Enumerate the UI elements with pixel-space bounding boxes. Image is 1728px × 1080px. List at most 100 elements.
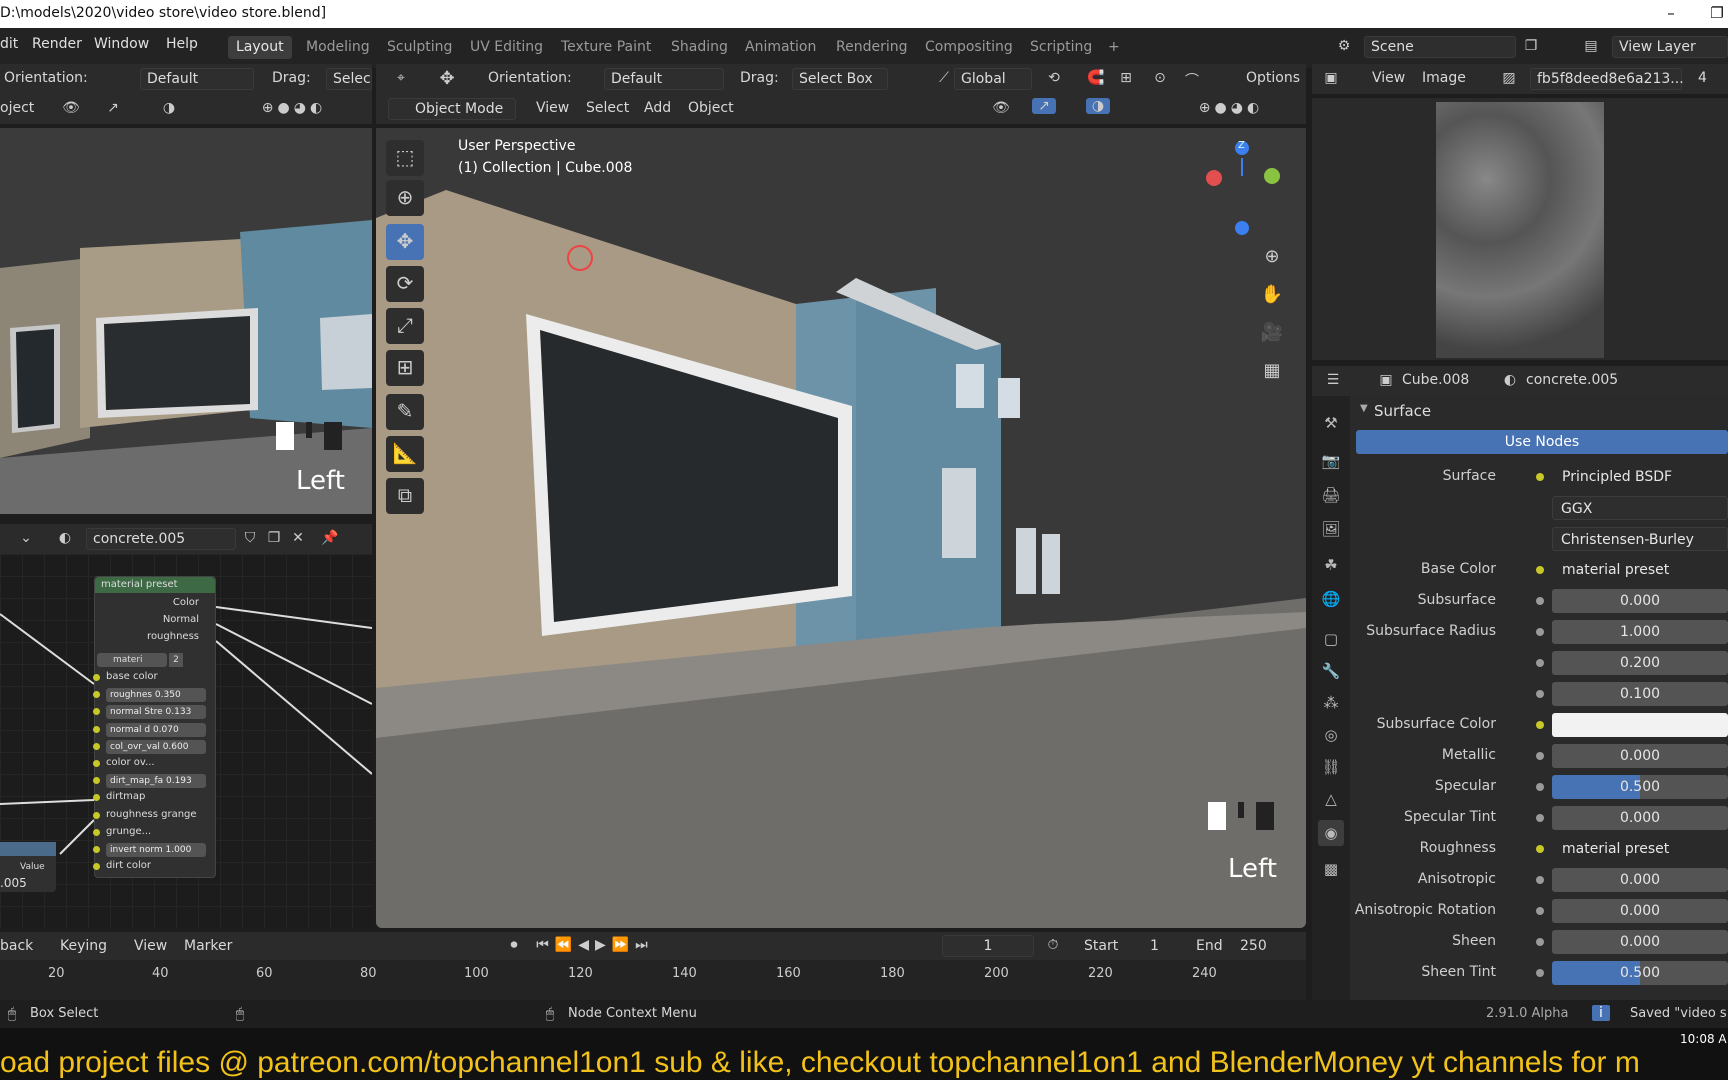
value-node[interactable]: Value .005 xyxy=(0,842,56,892)
node-input-row[interactable]: color ov... xyxy=(93,756,212,772)
node-input-row[interactable]: grunge... xyxy=(93,825,212,841)
property-field[interactable]: 0.000 xyxy=(1552,806,1728,830)
shield-icon[interactable]: ⛉ xyxy=(240,530,260,546)
left-drag-dropdown[interactable]: Selec xyxy=(326,68,372,90)
menu-object[interactable]: Object xyxy=(688,100,734,116)
menu-window[interactable]: Window xyxy=(94,36,149,52)
node-input-row[interactable]: normal Stre 0.133 xyxy=(93,704,212,720)
node-editor[interactable]: material preset Color Normal roughness m… xyxy=(0,554,372,928)
node-input-field[interactable]: col_ovr_val 0.600 xyxy=(106,739,206,754)
socket-dot-icon[interactable] xyxy=(1536,690,1544,698)
property-field[interactable]: 0.200 xyxy=(1552,651,1728,675)
keying-menu[interactable]: Keying xyxy=(60,938,107,954)
tab-shading[interactable]: Shading xyxy=(663,36,736,59)
socket-dot-icon[interactable] xyxy=(1536,969,1544,977)
socket-dot-icon[interactable] xyxy=(1536,597,1544,605)
tab-modeling[interactable]: Modeling xyxy=(298,36,378,59)
property-field[interactable]: Principled BSDF xyxy=(1552,465,1728,489)
copy-scene-icon[interactable]: ❐ xyxy=(1522,38,1540,54)
annotate-tool-icon[interactable]: ✎ xyxy=(386,394,424,430)
move-tool-icon[interactable]: ✥ xyxy=(386,224,424,260)
node-input-row[interactable]: dirt color xyxy=(93,859,212,875)
view-layer-selector[interactable]: View Layer xyxy=(1612,36,1728,58)
record-icon[interactable]: ⏺ xyxy=(504,937,524,953)
node-input-field[interactable]: normal d 0.070 xyxy=(106,722,206,737)
socket-dot-icon[interactable] xyxy=(1536,566,1544,574)
tab-scripting[interactable]: Scripting xyxy=(1022,36,1100,59)
use-nodes-button[interactable]: Use Nodes xyxy=(1356,430,1728,454)
node-input-socket[interactable] xyxy=(93,674,100,681)
marker-menu[interactable]: Marker xyxy=(184,938,232,954)
property-field[interactable]: 0.000 xyxy=(1552,868,1728,892)
node-input-row[interactable]: col_ovr_val 0.600 xyxy=(93,739,212,755)
add-workspace-button[interactable]: + xyxy=(1100,36,1128,59)
restore-button[interactable]: ❐ xyxy=(1694,0,1728,28)
tab-compositing[interactable]: Compositing xyxy=(917,36,1021,59)
grid-view-icon[interactable]: ▦ xyxy=(1260,360,1284,381)
timeline-view-menu[interactable]: View xyxy=(134,938,167,954)
stopwatch-icon[interactable]: ⏱ xyxy=(1042,937,1064,953)
socket-dot-icon[interactable] xyxy=(1536,814,1544,822)
start-value[interactable]: 1 xyxy=(1150,938,1159,954)
gizmo-icon[interactable]: ↗ xyxy=(100,100,126,116)
scene-selector[interactable]: Scene xyxy=(1364,36,1516,58)
select-box-tool-icon[interactable]: ⬚ xyxy=(386,140,424,176)
socket-dot-icon[interactable] xyxy=(1536,628,1544,636)
snap-target-icon[interactable]: ⊞ xyxy=(1112,70,1140,86)
falloff-icon[interactable]: ⌒ xyxy=(1182,70,1202,90)
socket-dot-icon[interactable] xyxy=(1536,938,1544,946)
overlay-icon[interactable]: ◑ xyxy=(156,100,182,116)
property-field[interactable] xyxy=(1552,713,1728,737)
socket-dot-icon[interactable] xyxy=(1536,721,1544,729)
properties-editor-icon[interactable]: ☰ xyxy=(1318,372,1348,388)
tab-uv-editing[interactable]: UV Editing xyxy=(462,36,551,59)
tab-rendering[interactable]: Rendering xyxy=(828,36,916,59)
node-group-field[interactable]: materi xyxy=(97,653,167,667)
property-field[interactable]: 0.000 xyxy=(1552,744,1728,768)
playback-controls-icon[interactable]: ⏮⏪◀▶⏩⏭ xyxy=(530,937,660,953)
node-input-socket[interactable] xyxy=(93,760,100,767)
node-input-field[interactable]: roughnes 0.350 xyxy=(106,688,206,703)
orientation-dropdown[interactable]: Default xyxy=(604,68,724,90)
left-mode-dropdown[interactable]: oject xyxy=(0,100,34,116)
socket-dot-icon[interactable] xyxy=(1536,907,1544,915)
property-field[interactable]: 0.000 xyxy=(1552,589,1728,613)
proportional-edit-icon[interactable]: ⊙ xyxy=(1150,70,1170,86)
menu-add[interactable]: Add xyxy=(644,100,671,116)
chevron-down-icon[interactable]: ⌄ xyxy=(14,530,38,546)
menu-help[interactable]: Help xyxy=(166,36,198,52)
close-icon[interactable]: ✕ xyxy=(288,530,308,546)
node-input-row[interactable]: base color xyxy=(93,670,212,686)
node-input-field[interactable]: normal Stre 0.133 xyxy=(106,705,206,720)
node-input-row[interactable]: roughnes 0.350 xyxy=(93,687,212,703)
shading-mode-icons[interactable]: ⊕●◕◐ xyxy=(1176,100,1286,116)
end-value[interactable]: 250 xyxy=(1240,938,1267,954)
rotate-tool-icon[interactable]: ⟳ xyxy=(386,266,424,302)
property-field[interactable]: 0.500 xyxy=(1552,961,1728,985)
property-field[interactable]: 1.000 xyxy=(1552,620,1728,644)
move-icon[interactable]: ✥ xyxy=(434,68,460,89)
hand-pan-icon[interactable]: ✋ xyxy=(1260,284,1284,305)
snap-pivot-icon[interactable]: ⟲ xyxy=(1042,70,1066,86)
value-node-value[interactable]: .005 xyxy=(0,876,27,890)
left-orientation-dropdown[interactable]: Default xyxy=(140,68,254,90)
socket-dot-icon[interactable] xyxy=(1536,659,1544,667)
options-dropdown[interactable]: Options xyxy=(1246,70,1300,86)
node-input-socket[interactable] xyxy=(93,828,100,836)
node-input-row[interactable]: dirt_map_fa 0.193 xyxy=(93,773,212,789)
node-input-socket[interactable] xyxy=(93,811,100,819)
image-editor[interactable] xyxy=(1312,98,1728,360)
timeline-ruler[interactable]: 20 40 60 80 100 120 140 160 180 200 220 240 xyxy=(0,962,1306,1002)
node-input-socket[interactable] xyxy=(93,846,100,853)
node-input-row[interactable]: roughness grange xyxy=(93,808,212,824)
image-menu-image[interactable]: Image xyxy=(1422,70,1466,86)
drag-dropdown[interactable]: Select Box xyxy=(792,68,888,90)
material-slot-icon[interactable]: ◐ xyxy=(52,530,78,546)
node-input-field[interactable]: invert norm 1.000 xyxy=(106,843,206,857)
pin-icon[interactable]: 📌 xyxy=(320,530,340,546)
timeline[interactable]: back Keying View Marker ⏺ ⏮⏪◀▶⏩⏭ 1 ⏱ Sta… xyxy=(0,932,1306,1002)
property-field[interactable]: 0.500 xyxy=(1552,775,1728,799)
socket-dot-icon[interactable] xyxy=(1536,845,1544,853)
magnet-icon[interactable]: 🧲 xyxy=(1084,70,1108,86)
menu-select[interactable]: Select xyxy=(586,100,629,116)
